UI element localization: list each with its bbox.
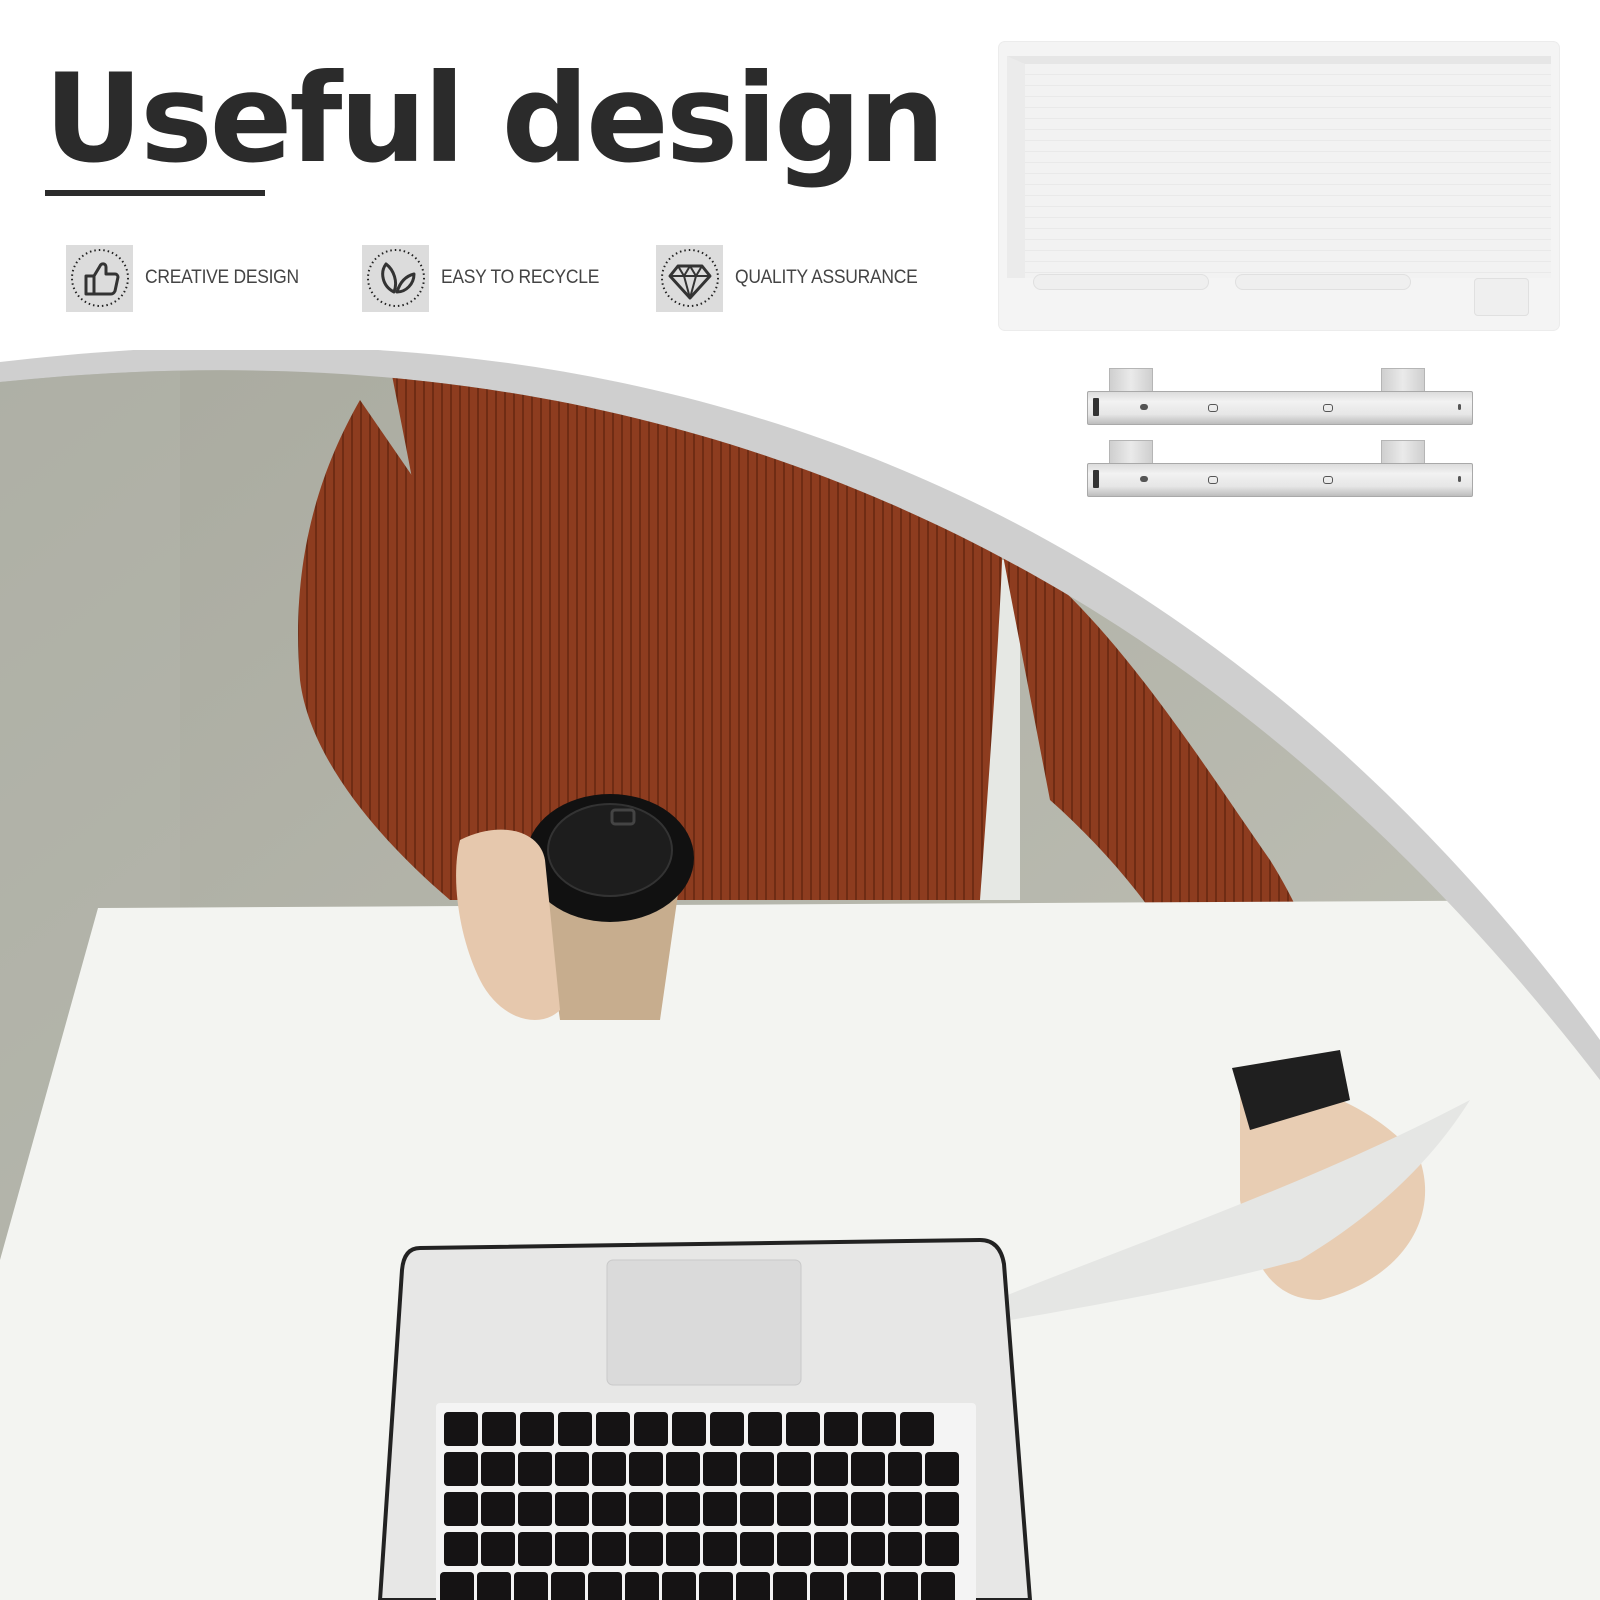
- keyboard-key: [888, 1492, 922, 1526]
- feature-quality-assurance: QUALITY ASSURANCE: [656, 244, 933, 312]
- keyboard-key: [444, 1452, 478, 1486]
- keyboard-key: [777, 1532, 811, 1566]
- keyboard-key: [777, 1452, 811, 1486]
- laptop: [377, 1237, 1033, 1600]
- keyboard-key: [851, 1532, 885, 1566]
- keyboard-key: [773, 1572, 807, 1600]
- keyboard-key: [555, 1532, 589, 1566]
- keyboard-key: [555, 1492, 589, 1526]
- keyboard-key: [900, 1412, 934, 1446]
- keyboard-key: [814, 1452, 848, 1486]
- keyboard-key: [629, 1492, 663, 1526]
- keyboard-key: [588, 1572, 622, 1600]
- keyboard-key: [703, 1532, 737, 1566]
- title-underline: [45, 190, 265, 196]
- keyboard-key: [814, 1492, 848, 1526]
- keyboard-key: [703, 1492, 737, 1526]
- keyboard-key: [847, 1572, 881, 1600]
- keyboard-key: [514, 1572, 548, 1600]
- page-title: Useful design: [44, 48, 945, 190]
- keyboard-key: [888, 1452, 922, 1486]
- keyboard-key: [786, 1412, 820, 1446]
- keyboard-key: [592, 1492, 626, 1526]
- keyboard-key: [740, 1492, 774, 1526]
- keyboard-key: [481, 1452, 515, 1486]
- feature-easy-to-recycle: EASY TO RECYCLE: [362, 244, 613, 312]
- feature-label: EASY TO RECYCLE: [441, 267, 600, 288]
- keyboard-drawer-tray-image: [999, 42, 1559, 330]
- feature-creative-design: CREATIVE DESIGN: [66, 244, 312, 312]
- keyboard-key: [666, 1492, 700, 1526]
- keyboard-key: [558, 1412, 592, 1446]
- keyboard-key: [824, 1412, 858, 1446]
- keyboard-key: [662, 1572, 696, 1600]
- tray-main-compartment: [1007, 56, 1551, 278]
- tray-pen-slot: [1033, 274, 1209, 290]
- keyboard-key: [921, 1572, 955, 1600]
- lifestyle-photo: [0, 350, 1600, 1600]
- keyboard-key: [444, 1532, 478, 1566]
- keyboard-key: [672, 1412, 706, 1446]
- feature-label: QUALITY ASSURANCE: [735, 267, 918, 288]
- keyboard-key: [710, 1412, 744, 1446]
- keyboard-key: [925, 1452, 959, 1486]
- keyboard-key: [740, 1452, 774, 1486]
- keyboard-key: [666, 1532, 700, 1566]
- keyboard-key: [629, 1452, 663, 1486]
- keyboard-key: [592, 1452, 626, 1486]
- keyboard-key: [810, 1572, 844, 1600]
- keyboard-key: [851, 1452, 885, 1486]
- keyboard-key: [884, 1572, 918, 1600]
- keyboard-key: [481, 1492, 515, 1526]
- keyboard-key: [440, 1572, 474, 1600]
- keyboard-key: [740, 1532, 774, 1566]
- keyboard-key: [518, 1492, 552, 1526]
- keyboard-key: [925, 1492, 959, 1526]
- keyboard-key: [518, 1532, 552, 1566]
- diamond-icon: [656, 244, 723, 312]
- keyboard-key: [699, 1572, 733, 1600]
- keyboard-key: [477, 1572, 511, 1600]
- keyboard-key: [625, 1572, 659, 1600]
- keyboard-key: [748, 1412, 782, 1446]
- keyboard-key: [629, 1532, 663, 1566]
- keyboard-key: [888, 1532, 922, 1566]
- keyboard-key: [482, 1412, 516, 1446]
- thumbs-up-icon: [66, 244, 133, 312]
- keyboard-key: [444, 1492, 478, 1526]
- keyboard-key: [736, 1572, 770, 1600]
- trackpad: [606, 1259, 802, 1386]
- leaf-icon: [362, 244, 429, 312]
- keyboard-key: [481, 1532, 515, 1566]
- keyboard-key: [851, 1492, 885, 1526]
- feature-label: CREATIVE DESIGN: [145, 267, 299, 288]
- keyboard-key: [814, 1532, 848, 1566]
- keyboard-key: [444, 1412, 478, 1446]
- keyboard-key: [551, 1572, 585, 1600]
- tray-small-compartment: [1474, 278, 1529, 316]
- keyboard-key: [862, 1412, 896, 1446]
- keyboard-key: [777, 1492, 811, 1526]
- keyboard-key: [666, 1452, 700, 1486]
- keyboard-key: [518, 1452, 552, 1486]
- keyboard-key: [925, 1532, 959, 1566]
- keyboard-key: [634, 1412, 668, 1446]
- keyboard-key: [520, 1412, 554, 1446]
- keyboard-key: [703, 1452, 737, 1486]
- keyboard-key: [555, 1452, 589, 1486]
- keyboard-key: [596, 1412, 630, 1446]
- keyboard-key: [592, 1532, 626, 1566]
- tray-pen-slot: [1235, 274, 1411, 290]
